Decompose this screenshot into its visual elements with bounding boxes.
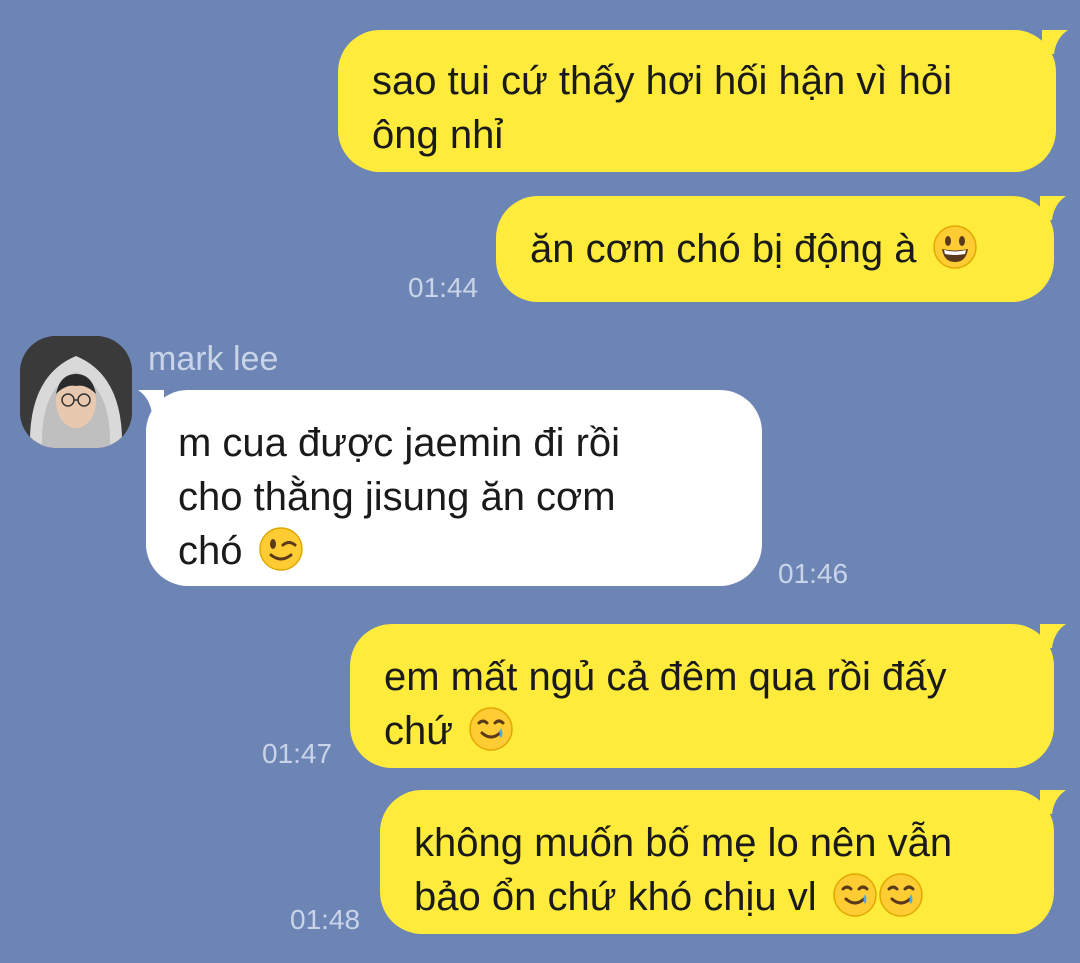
message-line: chứ <box>384 704 1054 758</box>
timestamp: 01:47 <box>262 738 333 769</box>
message-line: m cua được jaemin đi rồi <box>178 421 621 465</box>
message-bubble-sent-3[interactable]: em mất ngủ cả đêm qua rồi đấy chứ <box>350 624 1054 768</box>
bubble-tail-sent <box>1040 790 1066 814</box>
message-line: ăn cơm chó bị động à <box>530 222 1054 276</box>
message-line: cho thằng jisung ăn cơm <box>178 475 616 519</box>
smiling-face-with-tear-icon <box>469 707 513 751</box>
smiling-face-with-tear-icon <box>832 873 877 917</box>
smiling-face-with-tear-icon <box>878 873 923 917</box>
message-text: chó <box>178 529 243 573</box>
message-text: ăn cơm chó bị động à <box>530 227 917 271</box>
message-line: không muốn bố mẹ lo nên vẫn <box>414 821 953 865</box>
message-bubble-received-1[interactable]: m cua được jaemin đi rồi cho thằng jisun… <box>146 390 762 586</box>
bubble-tail-sent <box>1042 30 1068 54</box>
winking-face-icon <box>258 527 303 571</box>
user-avatar-image <box>20 336 132 448</box>
avatar[interactable] <box>20 336 132 448</box>
timestamp: 01:44 <box>408 272 479 303</box>
message-line: chó <box>178 524 762 578</box>
sender-name: mark lee <box>148 340 279 378</box>
message-line: sao tui cứ thấy hơi hối hận vì hỏi <box>372 59 952 103</box>
message-bubble-sent-1[interactable]: sao tui cứ thấy hơi hối hận vì hỏi ông n… <box>338 30 1056 172</box>
message-line: bảo ổn chứ khó chịu vl <box>414 870 1054 924</box>
timestamp: 01:46 <box>778 558 849 589</box>
message-line: em mất ngủ cả đêm qua rồi đấy <box>384 655 947 699</box>
timestamp: 01:48 <box>290 904 361 935</box>
bubble-tail-sent <box>1040 196 1066 220</box>
message-bubble-sent-2[interactable]: ăn cơm chó bị động à <box>496 196 1054 302</box>
message-text: bảo ổn chứ khó chịu vl <box>414 875 817 919</box>
message-bubble-sent-4[interactable]: không muốn bố mẹ lo nên vẫn bảo ổn chứ k… <box>380 790 1054 934</box>
grinning-face-icon <box>932 225 977 269</box>
message-line: ông nhỉ <box>372 113 504 157</box>
bubble-tail-sent <box>1040 624 1066 648</box>
message-text: chứ <box>384 709 454 753</box>
bubble-tail-received <box>138 390 164 414</box>
